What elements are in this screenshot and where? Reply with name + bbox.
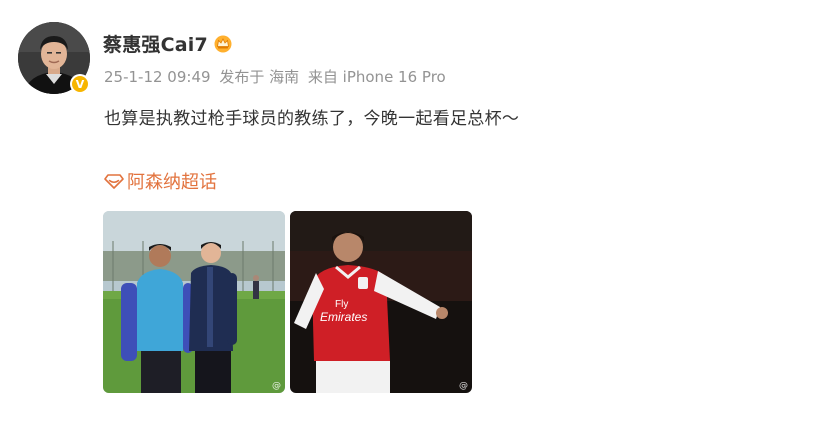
- photo-two-coaches[interactable]: @: [103, 211, 285, 393]
- post-meta: 25-1-12 09:49 发布于 海南 来自 iPhone 16 Pro: [104, 66, 450, 87]
- post-location: 发布于 海南: [219, 68, 300, 86]
- photo-arsenal-player[interactable]: Fly Emirates @: [290, 211, 472, 393]
- jersey-sponsor-fly: Fly: [335, 299, 348, 310]
- supertopic-label: 阿森纳超话: [127, 172, 217, 193]
- photo-watermark: @: [272, 381, 281, 391]
- post-time[interactable]: 25-1-12 09:49: [104, 68, 211, 86]
- supertopic-link[interactable]: 阿森纳超话: [104, 168, 217, 194]
- supertopic-diamond-icon: [104, 173, 124, 189]
- post-source: 来自 iPhone 16 Pro: [307, 68, 446, 86]
- weibo-post: V 蔡惠强Cai7 25-1-12 09:49 发布于 海南 来自 iPhone…: [0, 0, 827, 422]
- photo-watermark: @: [459, 381, 468, 391]
- username[interactable]: 蔡惠强Cai7: [103, 30, 208, 57]
- verified-badge: V: [70, 74, 90, 94]
- verified-icon: V: [72, 76, 88, 92]
- username-row: 蔡惠强Cai7: [103, 30, 233, 56]
- avatar-container[interactable]: V: [18, 22, 90, 94]
- jersey-sponsor-emirates: Emirates: [320, 310, 367, 324]
- post-text: 也算是执教过枪手球员的教练了，今晚一起看足总杯～: [104, 109, 520, 129]
- crown-icon[interactable]: [213, 33, 233, 53]
